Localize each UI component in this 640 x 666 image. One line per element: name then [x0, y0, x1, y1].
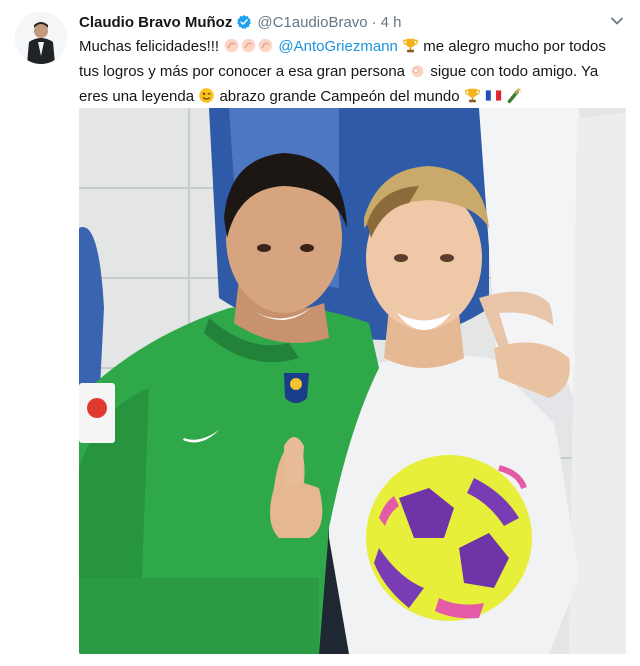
trophy-emoji [403, 38, 418, 53]
verified-icon [237, 15, 252, 29]
wink-emoji [199, 88, 214, 103]
author-handle[interactable]: @C1audioBravo [257, 14, 367, 31]
tweet-text-segment: sigue con todo amigo. Ya [430, 63, 599, 80]
mention-link[interactable]: @AntoGriezmann [278, 38, 397, 55]
chevron-down-icon[interactable] [610, 14, 624, 28]
tweet-text-segment: tus logros y más por conocer a esa gran … [79, 63, 406, 80]
timestamp[interactable]: 4 h [381, 14, 402, 31]
ok-hand-emoji [411, 65, 424, 78]
tweet-text-segment: Muchas felicidades!!! [79, 38, 220, 55]
trophy-emoji [464, 88, 480, 103]
author-name[interactable]: Claudio Bravo Muñoz [79, 14, 232, 31]
avatar[interactable] [15, 12, 67, 64]
separator-dot: · [371, 13, 377, 31]
clap-emoji [224, 38, 239, 53]
clap-emoji [258, 38, 273, 53]
champagne-emoji [507, 88, 523, 104]
tweet-text-segment: eres una leyenda [79, 88, 195, 105]
tweet-text: Muchas felicidades!!! @AntoGriezmann me … [79, 34, 627, 109]
tweet-card: Claudio Bravo Muñoz @C1audioBravo · 4 h … [0, 0, 640, 666]
clap-emoji [241, 38, 256, 53]
tweet-photo[interactable] [79, 108, 626, 654]
tweet-header: Claudio Bravo Muñoz @C1audioBravo · 4 h [79, 11, 620, 33]
tweet-text-segment: abrazo grande Campeón del mundo [219, 88, 460, 105]
france-flag-emoji [485, 90, 502, 101]
tweet-text-segment: me alegro mucho por todos [423, 38, 606, 55]
